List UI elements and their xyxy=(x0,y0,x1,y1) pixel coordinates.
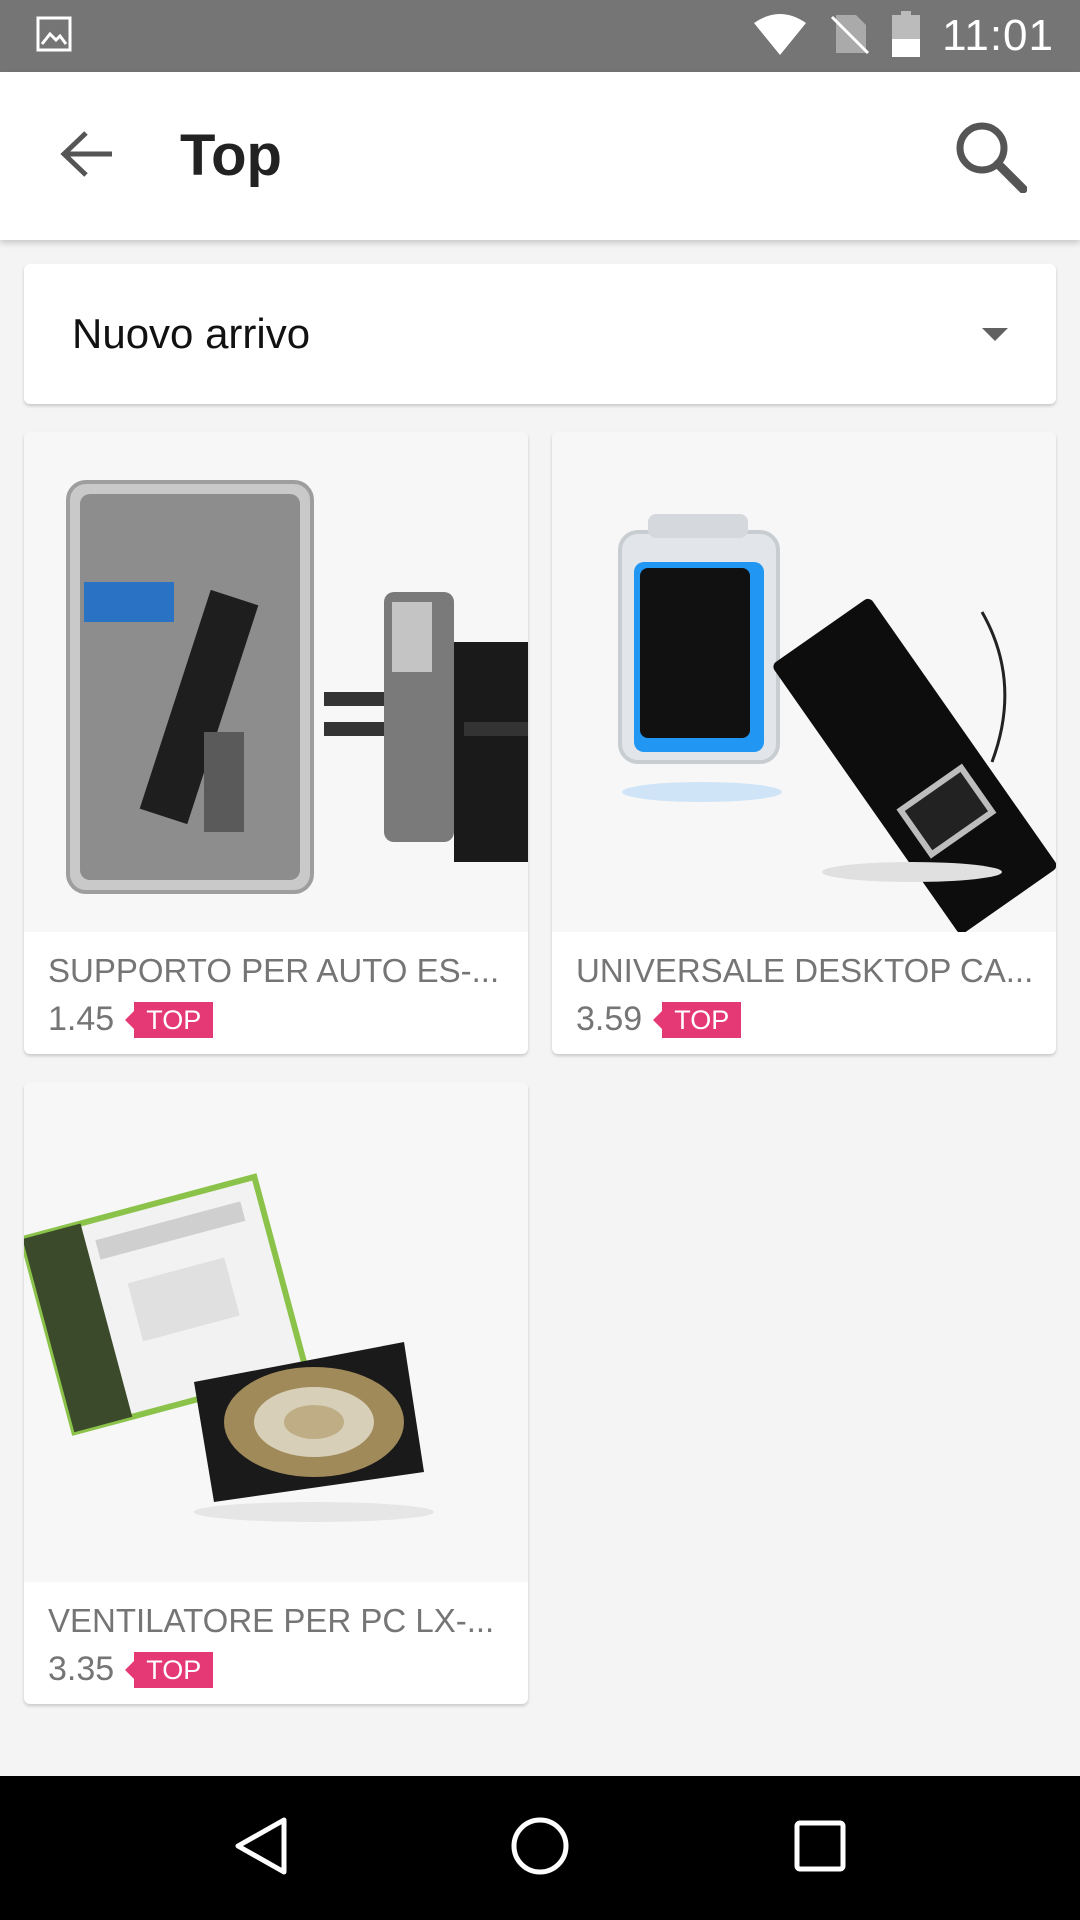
product-image xyxy=(24,1082,528,1582)
product-image xyxy=(552,432,1056,932)
wifi-icon xyxy=(752,13,808,60)
battery-icon xyxy=(892,10,921,62)
search-icon xyxy=(953,119,1028,198)
image-notification-icon xyxy=(36,16,72,57)
product-card[interactable]: VENTILATORE PER PC LX-... 3.35 TOP xyxy=(24,1082,528,1704)
product-card[interactable]: SUPPORTO PER AUTO ES-... 1.45 TOP xyxy=(24,432,528,1054)
back-triangle-icon xyxy=(232,1816,288,1881)
top-badge: TOP xyxy=(125,1001,214,1038)
product-image xyxy=(24,432,528,932)
arrow-back-icon xyxy=(60,130,116,183)
sort-selected-value: Nuovo arrivo xyxy=(72,310,311,357)
price-row: 3.35 TOP xyxy=(48,1650,214,1689)
product-card[interactable]: UNIVERSALE DESKTOP CA... 3.59 TOP xyxy=(552,432,1056,1054)
product-name: VENTILATORE PER PC LX-... xyxy=(48,1602,495,1639)
status-bar: 11:01 xyxy=(0,0,1080,72)
product-name: UNIVERSALE DESKTOP CA... xyxy=(576,952,1034,989)
back-button[interactable] xyxy=(40,108,136,204)
status-time: 11:01 xyxy=(942,11,1054,60)
page-title: Top xyxy=(180,123,282,188)
screen: 11:01 Top Nuovo arrivo SUPPORTO PER AUTO… xyxy=(0,0,1080,1920)
top-badge: TOP xyxy=(653,1001,742,1038)
navigation-bar xyxy=(0,1776,1080,1920)
search-button[interactable] xyxy=(940,108,1040,208)
sort-dropdown[interactable]: Nuovo arrivo xyxy=(24,264,1056,404)
product-name: SUPPORTO PER AUTO ES-... xyxy=(48,952,500,989)
nav-home-button[interactable] xyxy=(490,1798,590,1898)
home-circle-icon xyxy=(510,1816,570,1881)
nav-back-button[interactable] xyxy=(210,1798,310,1898)
product-price: 1.45 xyxy=(48,1000,115,1038)
price-row: 3.59 TOP xyxy=(576,1000,742,1039)
dropdown-caret-icon xyxy=(982,327,1008,341)
nav-recents-button[interactable] xyxy=(770,1798,870,1898)
app-bar: Top xyxy=(0,72,1080,240)
no-sim-icon xyxy=(830,13,870,60)
product-price: 3.59 xyxy=(576,1000,643,1038)
product-price: 3.35 xyxy=(48,1650,115,1688)
recents-square-icon xyxy=(793,1819,847,1878)
price-row: 1.45 TOP xyxy=(48,1000,214,1039)
top-badge: TOP xyxy=(125,1651,214,1688)
